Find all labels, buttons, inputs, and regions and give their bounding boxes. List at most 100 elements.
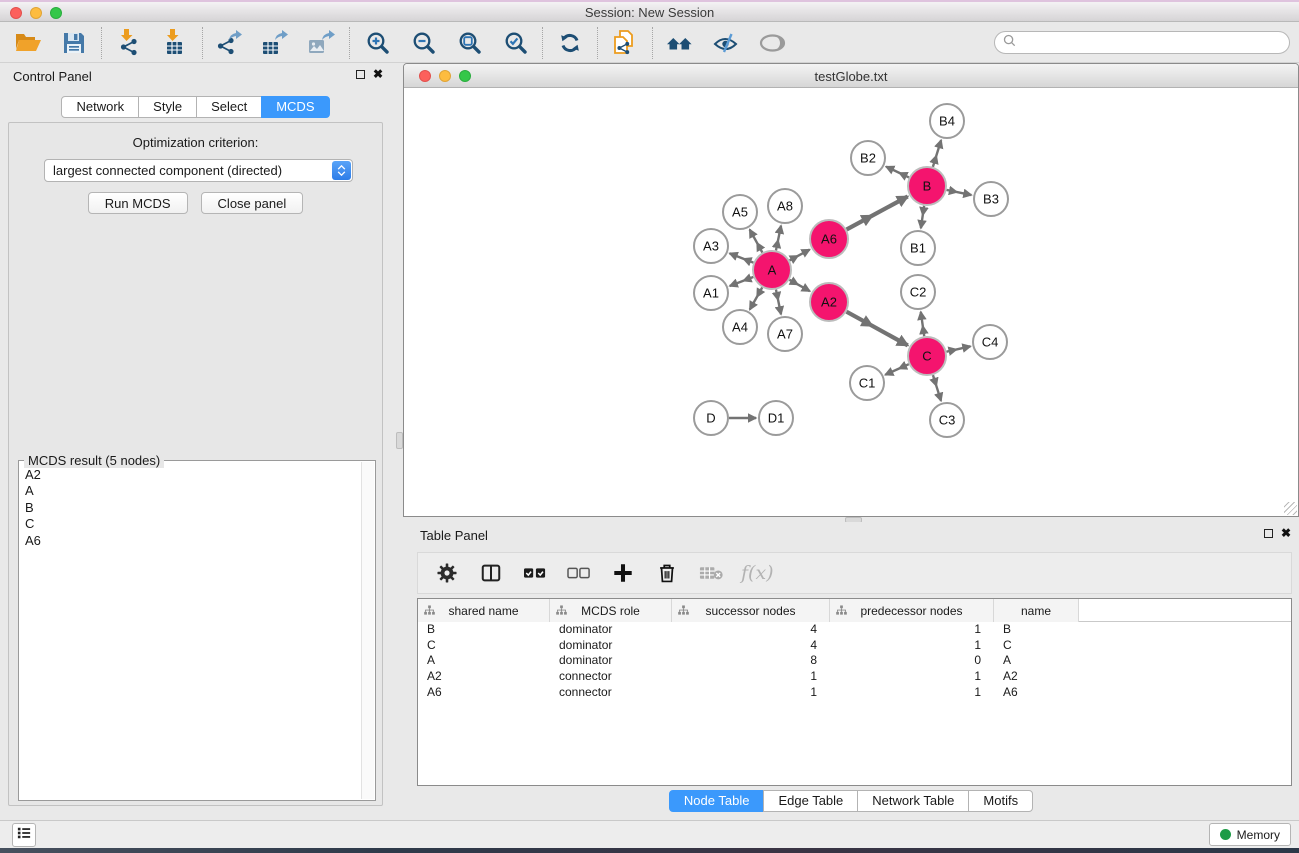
run-mcds-button[interactable]: Run MCDS — [88, 192, 188, 214]
table-row[interactable]: A2connector11A2 — [418, 669, 1291, 685]
criterion-dropdown[interactable]: largest connected component (directed) — [44, 159, 353, 182]
open-file-icon[interactable] — [12, 27, 44, 59]
table-row[interactable]: Cdominator41C — [418, 638, 1291, 654]
graph-node-D1[interactable]: D1 — [759, 401, 793, 435]
result-list-item[interactable]: B — [25, 500, 360, 516]
graph-edge-A-A1[interactable] — [730, 277, 754, 286]
search-input[interactable] — [1016, 34, 1289, 52]
table-tab-network-table[interactable]: Network Table — [857, 790, 969, 812]
delete-row-icon[interactable] — [653, 559, 681, 587]
export-network-icon[interactable] — [214, 27, 246, 59]
export-table-icon[interactable] — [260, 27, 292, 59]
tab-select[interactable]: Select — [196, 96, 262, 118]
graph-edge-A6-B[interactable] — [847, 196, 908, 229]
graph-edge-A-A6[interactable] — [790, 250, 810, 261]
zoom-fit-icon[interactable] — [453, 27, 485, 59]
graph-node-A6[interactable]: A6 — [810, 220, 848, 258]
graph-edge-B-B3[interactable] — [947, 190, 972, 195]
settings-gear-icon[interactable] — [433, 559, 461, 587]
select-all-icon[interactable] — [521, 559, 549, 587]
column-header-predecessor-nodes[interactable]: predecessor nodes — [830, 599, 994, 622]
table-close-panel-icon[interactable]: ✖ — [1281, 528, 1291, 539]
import-table-icon[interactable] — [159, 27, 191, 59]
result-scrollbar[interactable] — [361, 462, 374, 799]
graph-node-C3[interactable]: C3 — [930, 403, 964, 437]
graph-node-C1[interactable]: C1 — [850, 366, 884, 400]
graph-node-B2[interactable]: B2 — [851, 141, 885, 175]
graph-edge-B-B2[interactable] — [886, 167, 909, 178]
graph-node-C4[interactable]: C4 — [973, 325, 1007, 359]
graph-node-D[interactable]: D — [694, 401, 728, 435]
graph-edge-A-A8[interactable] — [776, 226, 781, 251]
column-header-MCDS-role[interactable]: MCDS role — [550, 599, 672, 622]
table-float-panel-icon[interactable] — [1264, 529, 1273, 538]
result-list-item[interactable]: A — [25, 483, 360, 499]
graph-edge-A-A4[interactable] — [750, 287, 762, 309]
graph-node-A8[interactable]: A8 — [768, 189, 802, 223]
graph-node-A[interactable]: A — [753, 251, 791, 289]
graph-edge-C-C2[interactable] — [921, 312, 924, 336]
zoom-in-icon[interactable] — [361, 27, 393, 59]
deselect-all-icon[interactable] — [565, 559, 593, 587]
table-tab-motifs[interactable]: Motifs — [968, 790, 1033, 812]
graph-node-C[interactable]: C — [908, 337, 946, 375]
export-image-icon[interactable] — [306, 27, 338, 59]
network-canvas[interactable]: A A1 A2 A3 A4 A5 A6 A7 A8 B B1 B2 B3 B4 C C1 C2 C3 C4 D D1 — [404, 89, 1298, 516]
task-history-button[interactable] — [12, 823, 36, 847]
graph-edge-B-B4[interactable] — [933, 140, 941, 167]
table-tab-node-table[interactable]: Node Table — [669, 790, 765, 812]
result-list-item[interactable]: A6 — [25, 533, 360, 549]
result-list-item[interactable]: A2 — [25, 467, 360, 483]
save-session-icon[interactable] — [58, 27, 90, 59]
table-tab-edge-table[interactable]: Edge Table — [763, 790, 858, 812]
tab-style[interactable]: Style — [138, 96, 197, 118]
graph-node-A5[interactable]: A5 — [723, 195, 757, 229]
graph-edge-C-C1[interactable] — [885, 364, 909, 375]
graph-edge-C-C4[interactable] — [947, 346, 971, 351]
graph-edge-A-A7[interactable] — [776, 290, 781, 315]
column-header-name[interactable]: name — [994, 599, 1079, 622]
graph-node-A2[interactable]: A2 — [810, 283, 848, 321]
network-window-titlebar[interactable]: testGlobe.txt — [404, 64, 1298, 88]
graph-edge-A-A2[interactable] — [789, 280, 809, 291]
left-scroll-stub[interactable] — [396, 432, 403, 449]
copy-network-icon[interactable] — [609, 27, 641, 59]
column-header-successor-nodes[interactable]: successor nodes — [672, 599, 830, 622]
graph-node-A1[interactable]: A1 — [694, 276, 728, 310]
graph-node-A3[interactable]: A3 — [694, 229, 728, 263]
graph-edge-A-A5[interactable] — [750, 230, 763, 253]
memory-button[interactable]: Memory — [1209, 823, 1291, 846]
import-network-icon[interactable] — [113, 27, 145, 59]
float-panel-icon[interactable] — [356, 70, 365, 79]
zoom-selected-icon[interactable] — [499, 27, 531, 59]
apply-layout-icon[interactable] — [664, 27, 696, 59]
close-panel-button[interactable]: Close panel — [201, 192, 304, 214]
tab-mcds[interactable]: MCDS — [261, 96, 329, 118]
search-box[interactable] — [994, 31, 1290, 54]
table-row[interactable]: Bdominator41B — [418, 622, 1291, 638]
graph-node-A4[interactable]: A4 — [723, 310, 757, 344]
table-row[interactable]: Adominator80A — [418, 653, 1291, 669]
zoom-out-icon[interactable] — [407, 27, 439, 59]
graph-node-C2[interactable]: C2 — [901, 275, 935, 309]
bird-eye-view-icon[interactable] — [756, 27, 788, 59]
graph-node-B[interactable]: B — [908, 167, 946, 205]
resize-grip[interactable] — [1284, 502, 1297, 515]
graph-edge-B-B1[interactable] — [921, 206, 924, 228]
graph-edge-A-A3[interactable] — [730, 253, 754, 262]
graph-edge-C-C3[interactable] — [933, 375, 941, 401]
table-row[interactable]: A6connector11A6 — [418, 685, 1291, 701]
column-header-shared-name[interactable]: shared name — [418, 599, 550, 622]
column-layout-icon[interactable] — [477, 559, 505, 587]
result-list-item[interactable]: C — [25, 516, 360, 532]
graph-edge-A2-C[interactable] — [847, 312, 908, 346]
graph-node-A7[interactable]: A7 — [768, 317, 802, 351]
graphics-details-icon[interactable] — [710, 27, 742, 59]
close-panel-icon[interactable]: ✖ — [373, 69, 383, 80]
graph-node-B3[interactable]: B3 — [974, 182, 1008, 216]
graph-node-B4[interactable]: B4 — [930, 104, 964, 138]
add-row-icon[interactable] — [609, 559, 637, 587]
refresh-icon[interactable] — [554, 27, 586, 59]
tab-network[interactable]: Network — [61, 96, 139, 118]
graph-node-B1[interactable]: B1 — [901, 231, 935, 265]
